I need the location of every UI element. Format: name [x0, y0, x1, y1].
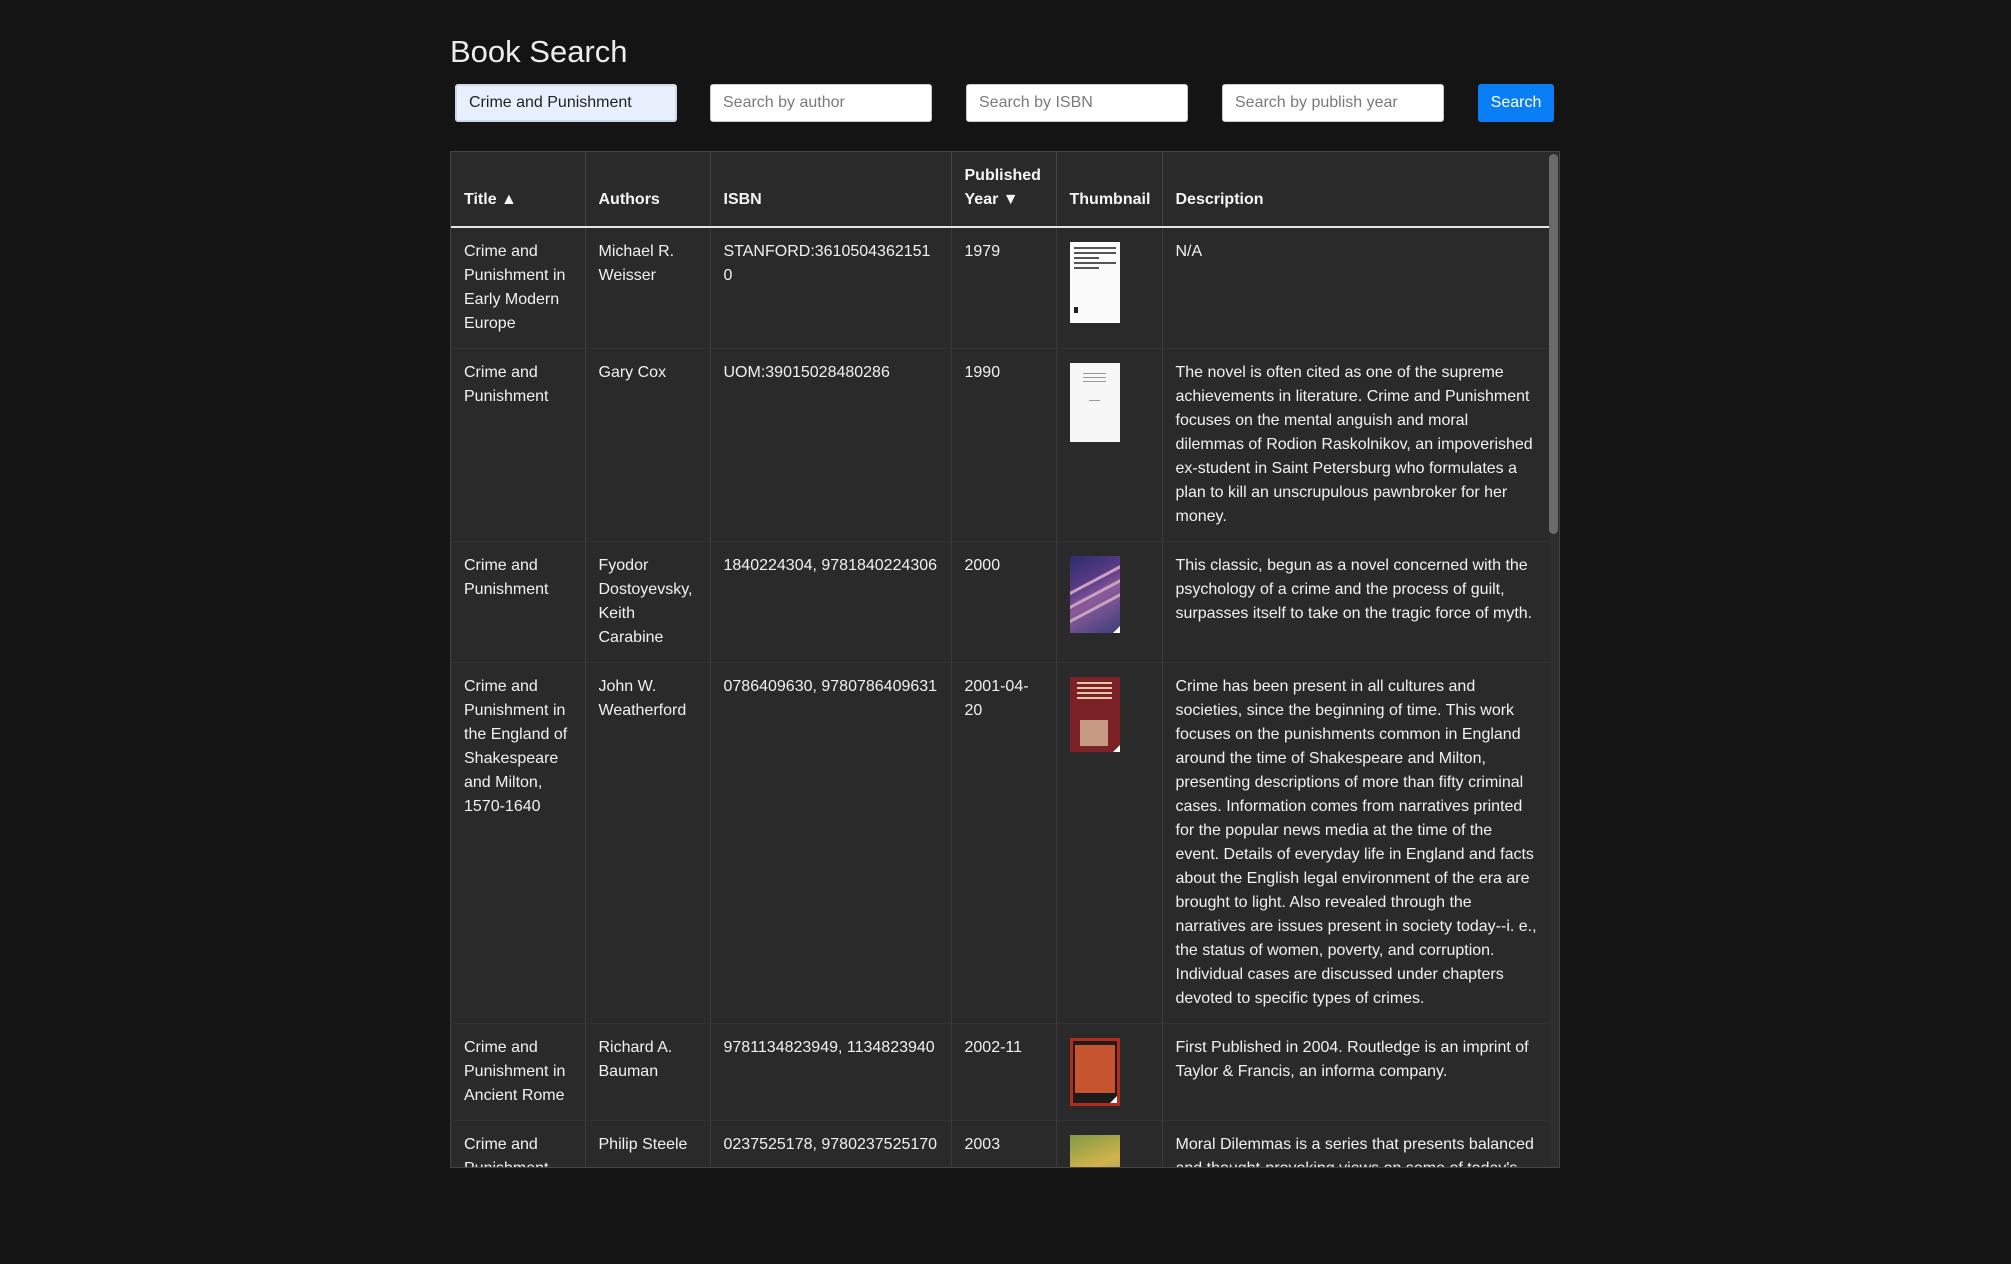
- year-header-label-line2: Year ▼: [964, 191, 1019, 208]
- description-header-label: Description: [1175, 191, 1264, 208]
- year-cell: 2001-04-20: [950, 662, 1056, 1024]
- description-cell: Moral Dilemmas is a series that presents…: [1161, 1120, 1550, 1167]
- isbn-cell: 0237525178, 9780237525170: [709, 1120, 951, 1167]
- table-header-row: Title ▲ Authors ISBN Published Year ▼ Thu…: [451, 152, 1550, 228]
- table-row: Crime and Punishment in Early Modern Eur…: [451, 227, 1550, 349]
- authors-cell: Philip Steele: [584, 1120, 710, 1167]
- thumbnail-cell: [1055, 348, 1162, 542]
- table-row: Crime and Punishment in the England of S…: [451, 662, 1550, 1024]
- book-cover-thumbnail[interactable]: [1069, 242, 1120, 323]
- isbn-cell: STANFORD:36105043621510: [709, 227, 951, 349]
- title-cell: Crime and Punishment: [451, 541, 585, 663]
- results-table-container[interactable]: Title ▲ Authors ISBN Published Year ▼ Thu…: [450, 151, 1560, 1168]
- year-header-label-line1: Published: [964, 167, 1041, 184]
- title-cell: Crime and Punishment in Early Modern Eur…: [464, 243, 566, 332]
- description-cell: Crime has been present in all cultures a…: [1161, 662, 1550, 1024]
- isbn-cell: 9781134823949, 1134823940: [709, 1023, 951, 1121]
- isbn-column-header[interactable]: ISBN: [709, 152, 951, 228]
- page-title: Book Search: [450, 34, 628, 69]
- description-cell: First Published in 2004. Routledge is an…: [1161, 1023, 1550, 1121]
- description-cell: N/A: [1161, 227, 1550, 349]
- authors-cell: Michael R. Weisser: [584, 227, 710, 349]
- authors-cell: Gary Cox: [584, 348, 710, 542]
- year-cell: 1990: [950, 348, 1056, 542]
- year-cell: 1979: [950, 227, 1056, 349]
- published-year-column-header[interactable]: Published Year ▼: [950, 152, 1056, 228]
- book-cover-thumbnail[interactable]: [1069, 677, 1120, 752]
- search-bar: Search: [450, 84, 1561, 122]
- thumbnail-cell: [1055, 1120, 1162, 1167]
- title-cell: Crime and Punishment: [451, 348, 585, 542]
- title-cell: Crime and Punishment in the England of S…: [451, 662, 585, 1024]
- authors-header-label: Authors: [598, 191, 660, 208]
- book-cover-thumbnail[interactable]: [1069, 363, 1120, 442]
- thumbnail-column-header[interactable]: Thumbnail: [1055, 152, 1162, 228]
- description-cell: The novel is often cited as one of the s…: [1161, 348, 1550, 542]
- table-row: Crime and Punishment Gary Cox UOM:390150…: [451, 348, 1550, 542]
- thumbnail-cell: [1055, 227, 1162, 349]
- authors-column-header[interactable]: Authors: [584, 152, 710, 228]
- authors-cell: Richard A. Bauman: [584, 1023, 710, 1121]
- year-cell: 2003: [950, 1120, 1056, 1167]
- author-search-input[interactable]: [710, 84, 932, 122]
- book-cover-thumbnail[interactable]: [1069, 556, 1120, 633]
- thumbnail-cell: [1055, 1023, 1162, 1121]
- book-cover-thumbnail[interactable]: [1069, 1135, 1120, 1167]
- table-row: Crime and Punishment in Ancient Rome Ric…: [451, 1023, 1550, 1121]
- description-cell: This classic, begun as a novel concerned…: [1161, 541, 1550, 663]
- year-cell: 2000: [950, 541, 1056, 663]
- year-cell: 2002-11: [950, 1023, 1056, 1121]
- isbn-cell: 0786409630, 9780786409631: [709, 662, 951, 1024]
- year-search-input[interactable]: [1222, 84, 1444, 122]
- authors-cell: Fyodor Dostoyevsky, Keith Carabine: [584, 541, 710, 663]
- thumbnail-cell: [1055, 662, 1162, 1024]
- title-column-header[interactable]: Title ▲: [451, 152, 585, 228]
- title-cell: Crime and Punishment: [451, 1120, 585, 1167]
- description-column-header[interactable]: Description: [1161, 152, 1550, 228]
- results-table: Title ▲ Authors ISBN Published Year ▼ Thu…: [451, 152, 1550, 1167]
- isbn-cell: 1840224304, 9781840224306: [709, 541, 951, 663]
- title-cell: Crime and Punishment in Ancient Rome: [451, 1023, 585, 1121]
- title-search-input[interactable]: [455, 84, 677, 122]
- isbn-header-label: ISBN: [723, 191, 762, 208]
- isbn-cell: UOM:39015028480286: [709, 348, 951, 542]
- isbn-search-input[interactable]: [966, 84, 1188, 122]
- book-cover-thumbnail[interactable]: [1069, 1038, 1120, 1106]
- thumbnail-cell: [1055, 541, 1162, 663]
- title-header-label: Title ▲: [464, 191, 517, 208]
- thumbnail-header-label: Thumbnail: [1069, 191, 1151, 208]
- authors-cell: John W. Weatherford: [584, 662, 710, 1024]
- scrollbar-thumb[interactable]: [1549, 154, 1558, 534]
- table-row: Crime and Punishment Fyodor Dostoyevsky,…: [451, 541, 1550, 663]
- search-button[interactable]: Search: [1478, 84, 1554, 122]
- table-scrollbar[interactable]: [1549, 152, 1558, 1167]
- table-row: Crime and Punishment Philip Steele 02375…: [451, 1120, 1550, 1167]
